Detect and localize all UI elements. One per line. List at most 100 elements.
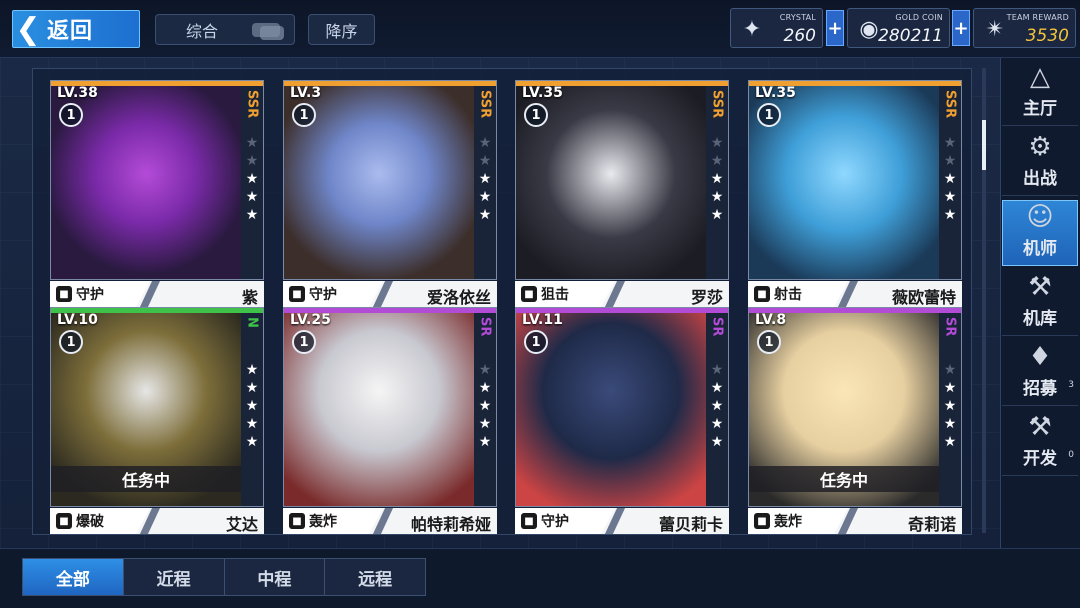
rarity-label: SSR	[709, 90, 725, 119]
star-icon: ★	[943, 398, 957, 414]
card-footer: ■ 守护 蕾贝莉卡	[515, 508, 729, 534]
back-button[interactable]: ❮ 返回	[12, 10, 140, 48]
star-icon: ★	[710, 171, 724, 187]
nav-item-3[interactable]: ⚒ 机库	[1002, 270, 1078, 336]
nav-label: 机库	[1023, 309, 1057, 329]
class-label: 轰炸	[309, 514, 337, 530]
card-frame: SSR ★ ★ ★ ★ ★ LV.3 1	[283, 80, 497, 280]
star-icon: ★	[478, 362, 492, 378]
class-tag: ■ 守护	[515, 508, 615, 534]
pilot-card[interactable]: SSR ★ ★ ★ ★ ★ LV.35 1 ■ 狙击 罗莎	[515, 80, 729, 307]
star-icon: ★	[478, 171, 492, 187]
add-crystal-button[interactable]: +	[826, 10, 844, 46]
nav-label: 主厅	[1023, 99, 1057, 119]
nav-item-2[interactable]: ☺ 机师	[1002, 200, 1078, 266]
nav-item-0[interactable]: △ 主厅	[1002, 60, 1078, 126]
crystal-value: 260	[783, 26, 816, 46]
rarity-column: SSR ★ ★ ★ ★ ★	[241, 86, 263, 279]
class-label: 守护	[541, 514, 569, 530]
team-position-badge: 1	[292, 330, 316, 354]
pilot-name: 爱洛依丝	[426, 288, 491, 307]
star-rating: ★ ★ ★ ★ ★	[944, 363, 957, 449]
sort-toggle[interactable]: 综合	[155, 14, 295, 45]
hall-icon: △	[1030, 62, 1050, 92]
chevron-left-icon: ❮	[15, 11, 41, 47]
pilot-card[interactable]: SR ★ ★ ★ ★ ★ LV.11 1 ■ 守护 蕾贝莉卡	[515, 307, 729, 534]
star-icon: ★	[478, 207, 492, 223]
pilot-name: 奇莉诺	[907, 515, 956, 534]
nav-label: 出战	[1023, 169, 1057, 189]
gold-coin-name: GOLD COIN	[895, 13, 943, 22]
team-reward-name: TEAM REWARD	[1006, 13, 1069, 22]
scrollbar-thumb[interactable]	[982, 120, 986, 170]
star-icon: ★	[943, 434, 957, 450]
pilot-name: 紫	[241, 288, 258, 307]
class-label: 守护	[309, 287, 337, 303]
pilot-level: LV.35	[755, 85, 796, 101]
add-gold-button[interactable]: +	[952, 10, 970, 46]
star-icon: ★	[943, 207, 957, 223]
nav-item-5[interactable]: ⚒ 开发 0	[1002, 410, 1078, 476]
rarity-label: SR	[477, 317, 493, 337]
star-icon: ★	[245, 434, 259, 450]
star-rating: ★ ★ ★ ★ ★	[944, 136, 957, 222]
rifle-icon: ■	[754, 286, 770, 302]
class-label: 射击	[774, 287, 802, 303]
team-position-badge: 1	[524, 103, 548, 127]
card-footer: ■ 射击 薇欧蕾特	[748, 281, 962, 307]
card-frame: N ★ ★ ★ ★ ★ LV.10 1 任务中	[50, 307, 264, 507]
star-rating: ★ ★ ★ ★ ★	[479, 136, 492, 222]
rarity-label: SR	[709, 317, 725, 337]
card-frame: SSR ★ ★ ★ ★ ★ LV.38 1	[50, 80, 264, 280]
class-tag: ■ 射击	[748, 281, 848, 307]
pilot-level: LV.10	[57, 312, 98, 328]
pilot-name: 薇欧蕾特	[891, 288, 956, 307]
pilot-card[interactable]: N ★ ★ ★ ★ ★ LV.10 1 任务中 ■ 爆破 艾达	[50, 307, 264, 534]
tab-short-range[interactable]: 近程	[124, 559, 225, 595]
star-icon: ★	[245, 189, 259, 205]
class-tag: ■ 守护	[283, 281, 383, 307]
rarity-column: SSR ★ ★ ★ ★ ★	[939, 86, 961, 279]
class-tag: ■ 轰炸	[748, 508, 848, 534]
star-rating: ★ ★ ★ ★ ★	[246, 363, 259, 449]
star-icon: ★	[245, 362, 259, 378]
pilot-level: LV.8	[755, 312, 787, 328]
team-position-badge: 1	[757, 103, 781, 127]
pilot-card[interactable]: SSR ★ ★ ★ ★ ★ LV.35 1 ■ 射击 薇欧蕾特	[748, 80, 962, 307]
pilot-card[interactable]: SSR ★ ★ ★ ★ ★ LV.38 1 ■ 守护 紫	[50, 80, 264, 307]
tab-mid-range[interactable]: 中程	[225, 559, 326, 595]
range-filter-tabs: 全部 近程 中程 远程	[22, 558, 426, 596]
card-frame: SR ★ ★ ★ ★ ★ LV.8 1 任务中	[748, 307, 962, 507]
order-button[interactable]: 降序	[308, 14, 375, 45]
star-icon: ★	[478, 380, 492, 396]
card-frame: SR ★ ★ ★ ★ ★ LV.11 1	[515, 307, 729, 507]
star-icon: ★	[245, 135, 259, 151]
star-icon: ★	[943, 416, 957, 432]
pilot-level: LV.35	[522, 85, 563, 101]
nav-item-4[interactable]: ♦ 招募 3	[1002, 340, 1078, 406]
class-tag: ■ 狙击	[515, 281, 615, 307]
tab-all[interactable]: 全部	[23, 559, 124, 595]
card-footer: ■ 轰炸 帕特莉希娅	[283, 508, 497, 534]
pilot-card[interactable]: SSR ★ ★ ★ ★ ★ LV.3 1 ■ 守护 爱洛依丝	[283, 80, 497, 307]
nav-item-1[interactable]: ⚙ 出战	[1002, 130, 1078, 196]
star-icon: ★	[710, 416, 724, 432]
nav-badge: 0	[1068, 450, 1074, 460]
pilot-card[interactable]: SR ★ ★ ★ ★ ★ LV.25 1 ■ 轰炸 帕特莉希娅	[283, 307, 497, 534]
mission-status: 任务中	[749, 466, 939, 492]
class-label: 守护	[76, 287, 104, 303]
team-reward-value: 3530	[1025, 26, 1069, 46]
star-icon: ★	[245, 380, 259, 396]
pilot-card[interactable]: SR ★ ★ ★ ★ ★ LV.8 1 任务中 ■ 轰炸 奇莉诺	[748, 307, 962, 534]
star-icon: ★	[478, 398, 492, 414]
crystal-name: CRYSTAL	[779, 13, 816, 22]
star-icon: ★	[710, 434, 724, 450]
tab-long-range[interactable]: 远程	[325, 559, 425, 595]
star-icon: ★	[710, 153, 724, 169]
gold-coin-display: ◉ GOLD COIN 280211	[847, 8, 950, 48]
star-icon: ★	[710, 398, 724, 414]
gold-coin-value: 280211	[878, 26, 943, 46]
shield-icon: ■	[56, 286, 72, 302]
class-tag: ■ 爆破	[50, 508, 150, 534]
pilot-level: LV.11	[522, 312, 563, 328]
